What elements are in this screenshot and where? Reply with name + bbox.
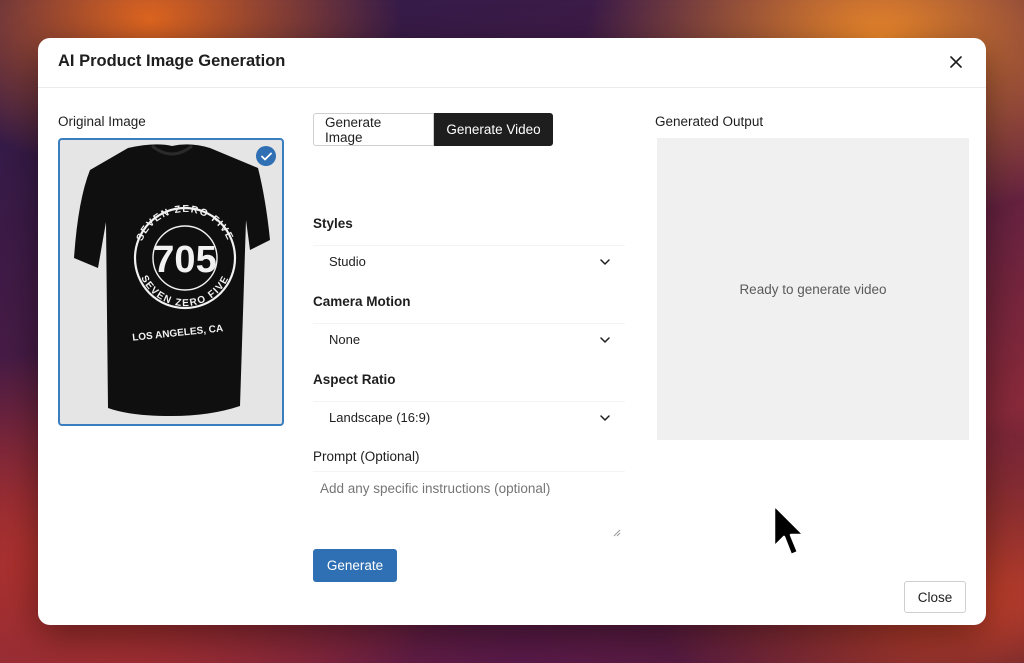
generate-button[interactable]: Generate [313, 549, 397, 582]
prompt-textarea[interactable]: Add any specific instructions (optional) [313, 471, 625, 541]
mode-tabs: Generate Image Generate Video [313, 113, 625, 146]
camera-motion-select[interactable]: None [313, 323, 625, 355]
prompt-placeholder: Add any specific instructions (optional) [320, 481, 551, 496]
prompt-label: Prompt (Optional) [313, 449, 420, 464]
close-icon[interactable] [944, 50, 968, 74]
camera-motion-label: Camera Motion [313, 294, 411, 309]
aspect-ratio-value: Landscape (16:9) [329, 410, 431, 425]
aspect-ratio-select[interactable]: Landscape (16:9) [313, 401, 625, 433]
modal-title: AI Product Image Generation [58, 52, 286, 70]
tab-generate-image[interactable]: Generate Image [313, 113, 434, 146]
original-image-label: Original Image [58, 114, 146, 129]
tab-generate-video[interactable]: Generate Video [434, 113, 553, 146]
mouse-pointer-icon [772, 503, 806, 557]
chevron-down-icon [599, 256, 611, 268]
generated-output-label: Generated Output [655, 114, 764, 129]
ai-image-generation-modal: AI Product Image Generation Original Ima… [38, 38, 986, 625]
print-number: 705 [153, 239, 216, 281]
chevron-down-icon [599, 412, 611, 424]
selected-check-icon [256, 146, 276, 166]
aspect-ratio-label: Aspect Ratio [313, 372, 396, 387]
styles-value: Studio [329, 254, 366, 269]
resize-grip-icon[interactable] [613, 529, 621, 537]
close-button[interactable]: Close [904, 581, 966, 613]
chevron-down-icon [599, 334, 611, 346]
original-image-card[interactable]: SEVEN ZERO FIVE SEVEN ZERO FIVE 705 LOS … [58, 138, 284, 426]
output-preview: Ready to generate video [657, 138, 969, 440]
modal-header: AI Product Image Generation [38, 38, 986, 88]
tshirt-image: SEVEN ZERO FIVE SEVEN ZERO FIVE 705 LOS … [74, 144, 270, 416]
output-status: Ready to generate video [739, 281, 887, 297]
styles-label: Styles [313, 216, 353, 231]
styles-select[interactable]: Studio [313, 245, 625, 277]
generation-form-column: Generate Image Generate Video Styles Stu… [313, 113, 625, 582]
camera-motion-value: None [329, 332, 361, 347]
